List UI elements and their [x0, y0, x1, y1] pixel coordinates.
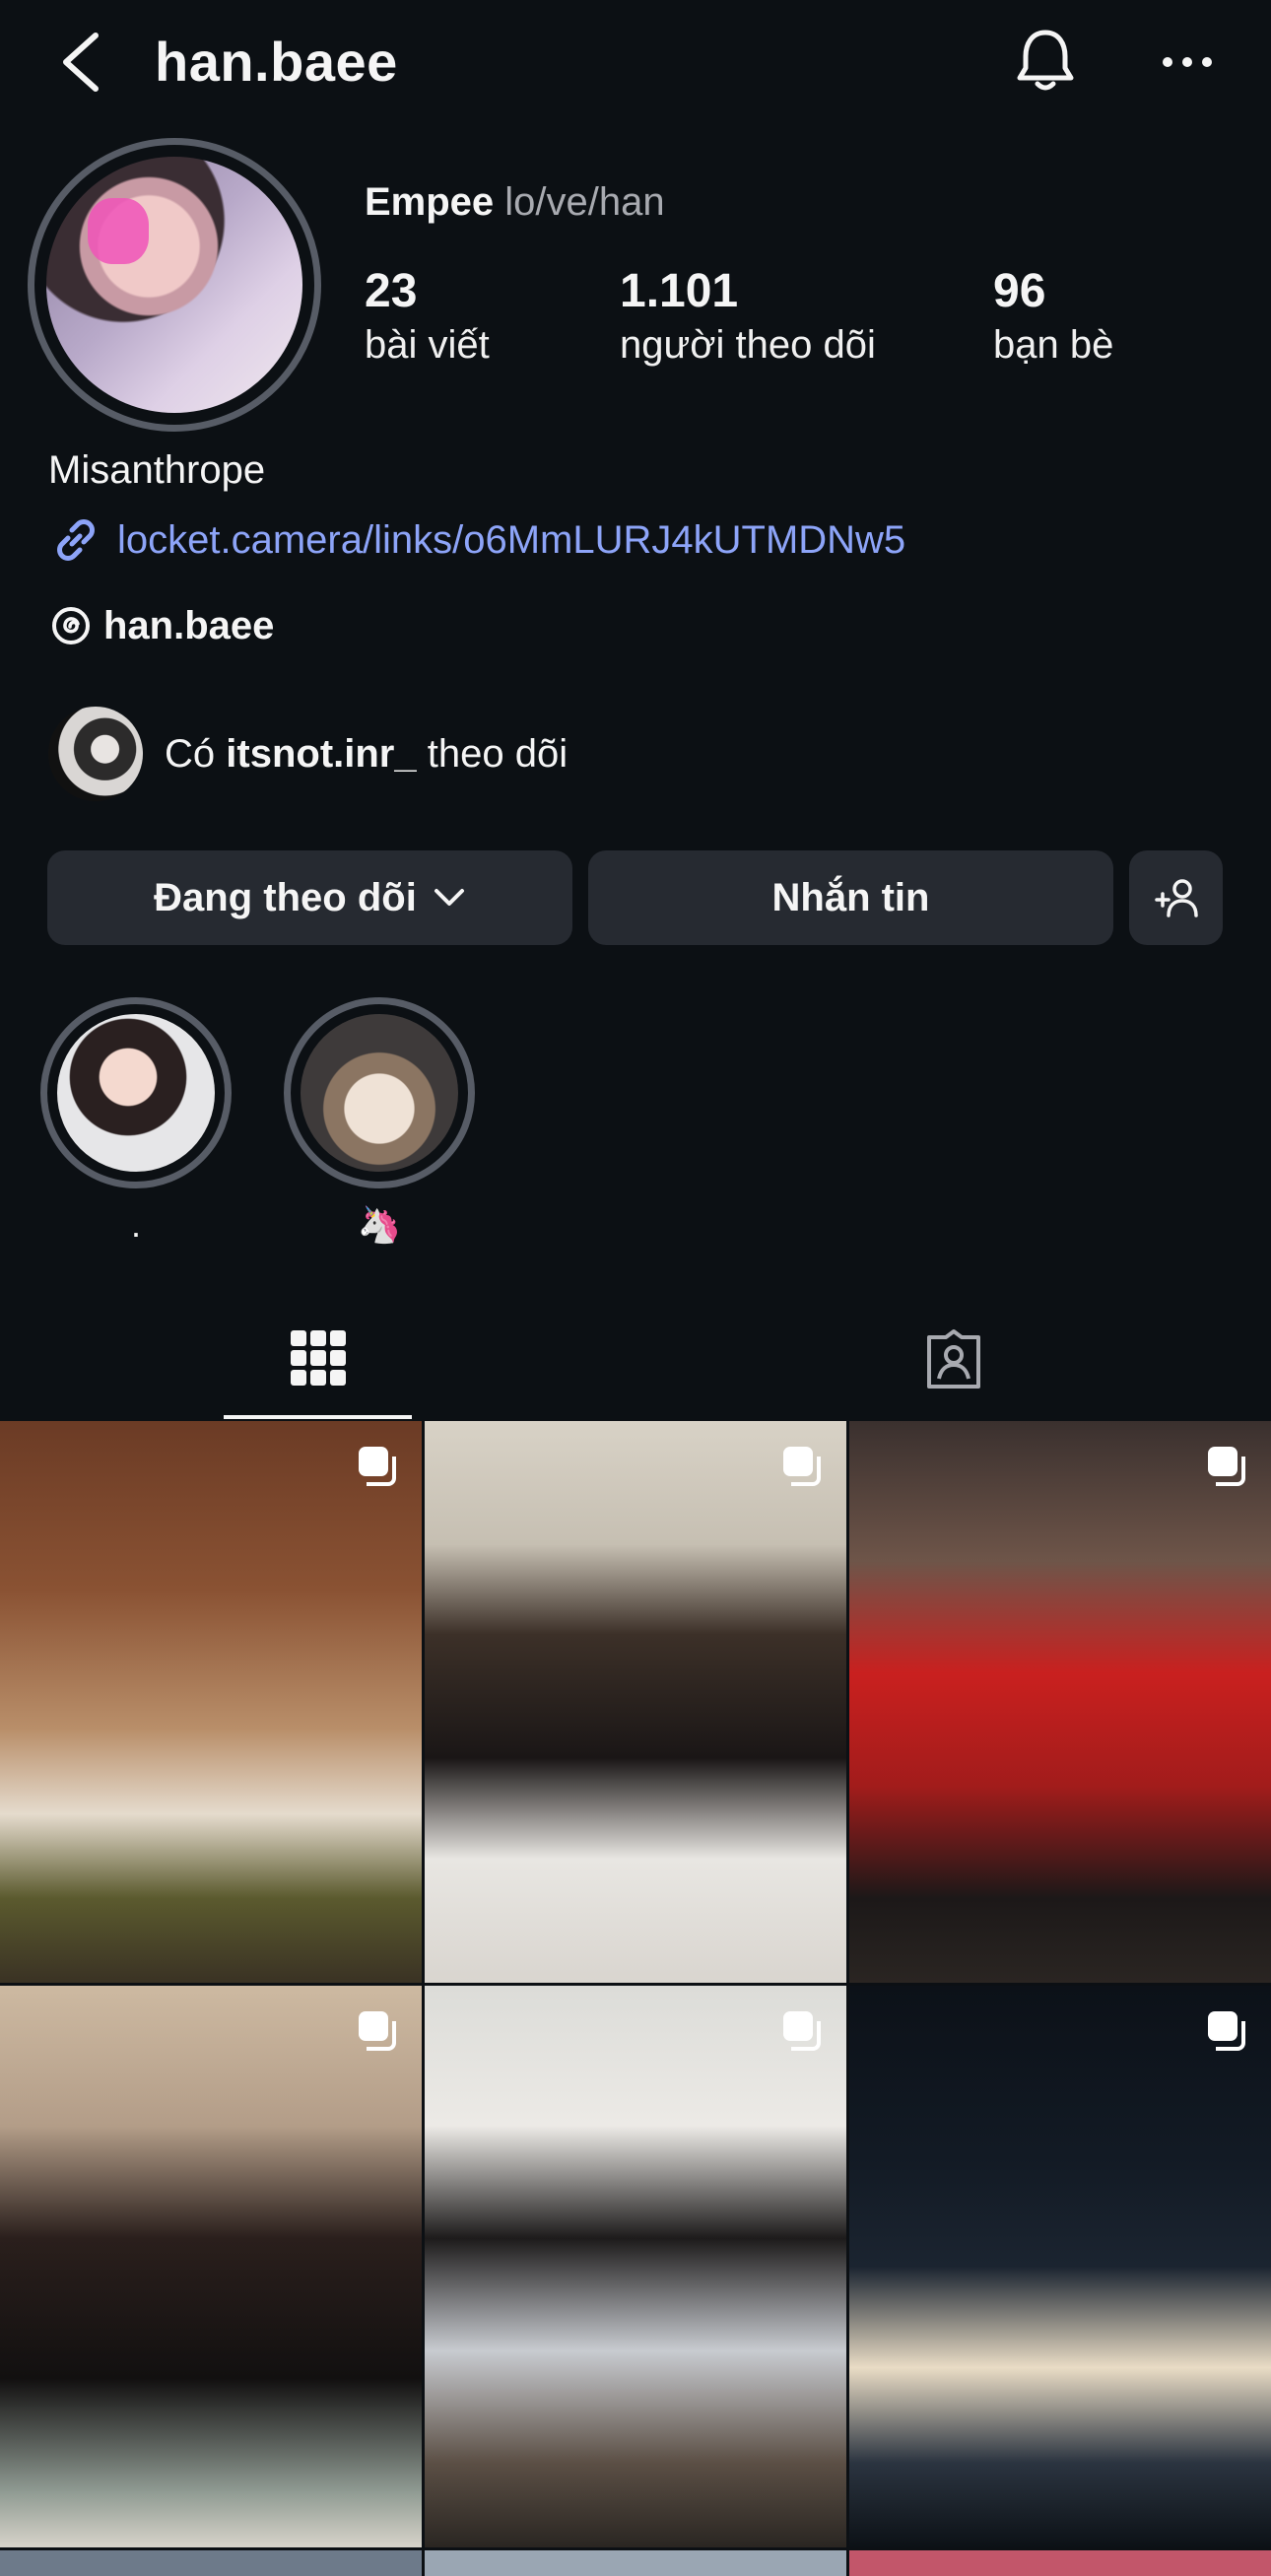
mutual-prefix: Có: [165, 731, 216, 776]
post-thumbnail[interactable]: [849, 1986, 1271, 2547]
mutual-avatar: [48, 707, 143, 801]
message-button[interactable]: Nhắn tin: [588, 850, 1113, 945]
profile-link-text: locket.camera/links/o6MmLURJ4kUTMDNw5: [117, 517, 906, 562]
bio-text: Misanthrope: [48, 448, 266, 492]
tagged-icon: [926, 1329, 980, 1389]
stat-followers-count: 1.101: [620, 265, 739, 317]
link-icon: [57, 519, 95, 561]
avatar: [46, 157, 302, 413]
highlight-cover: [301, 1014, 458, 1172]
stat-posts-count: 23: [365, 265, 418, 317]
carousel-icon: [783, 1447, 821, 1486]
pronouns: lo/ve/han: [504, 180, 665, 224]
profile-name: Empee lo/ve/han: [365, 180, 665, 225]
stat-friends[interactable]: 96 bạn bè: [993, 264, 1113, 371]
mutual-text: Có itsnot.inr_ theo dõi: [165, 732, 568, 777]
more-icon[interactable]: [1158, 37, 1217, 87]
highlight-caption: 🦄: [357, 1204, 402, 1245]
add-user-button[interactable]: [1129, 850, 1223, 945]
message-label: Nhắn tin: [771, 875, 930, 919]
highlight-ring: [40, 997, 232, 1188]
highlight-cover: [57, 1014, 215, 1172]
stat-friends-label: bạn bè: [993, 323, 1114, 367]
carousel-icon: [1208, 2011, 1245, 2051]
post-thumbnail[interactable]: [0, 2550, 422, 2576]
mutual-name: itsnot.inr_: [226, 731, 417, 776]
post-thumbnail[interactable]: [425, 1986, 846, 2547]
stat-posts-label: bài viết: [365, 323, 490, 367]
profile-avatar[interactable]: [28, 138, 321, 432]
grid-icon: [290, 1330, 346, 1386]
posts-grid: [0, 1421, 1271, 2576]
following-label: Đang theo dõi: [154, 875, 417, 919]
post-thumbnail[interactable]: [849, 2550, 1271, 2576]
post-thumbnail[interactable]: [425, 2550, 846, 2576]
mutual-followers[interactable]: Có itsnot.inr_ theo dõi: [48, 707, 568, 801]
threads-icon: [52, 607, 90, 644]
stat-followers[interactable]: 1.101 người theo dõi: [620, 264, 876, 371]
mutual-suffix: theo dõi: [427, 731, 569, 776]
bell-icon[interactable]: [1010, 25, 1081, 96]
carousel-icon: [359, 1447, 396, 1486]
tab-posts-grid[interactable]: [224, 1301, 412, 1419]
highlight-2[interactable]: 🦄: [284, 997, 475, 1250]
top-bar: han.baee: [0, 0, 1271, 128]
stat-friends-count: 96: [993, 265, 1046, 317]
page-title: han.baee: [155, 31, 398, 93]
carousel-icon: [359, 2011, 396, 2051]
display-name: Empee: [365, 180, 495, 224]
post-thumbnail[interactable]: [0, 1986, 422, 2547]
highlight-ring: [284, 997, 475, 1188]
post-thumbnail[interactable]: [0, 1421, 422, 1983]
profile-tabs: [0, 1301, 1271, 1419]
carousel-icon: [1208, 1447, 1245, 1486]
highlight-1[interactable]: .: [40, 997, 232, 1250]
post-thumbnail[interactable]: [849, 1421, 1271, 1983]
following-button[interactable]: Đang theo dõi: [47, 850, 572, 945]
threads-badge[interactable]: han.baee: [48, 603, 274, 648]
back-icon[interactable]: [54, 28, 113, 97]
profile-link[interactable]: locket.camera/links/o6MmLURJ4kUTMDNw5: [48, 512, 905, 568]
threads-handle: han.baee: [103, 603, 275, 647]
stat-followers-label: người theo dõi: [620, 323, 876, 367]
tab-tagged[interactable]: [859, 1301, 1047, 1419]
chevron-down-icon: [434, 889, 464, 906]
highlight-caption: .: [130, 1204, 141, 1245]
post-thumbnail[interactable]: [425, 1421, 846, 1983]
add-user-icon: [1154, 879, 1198, 917]
stat-posts[interactable]: 23 bài viết: [365, 264, 490, 371]
carousel-icon: [783, 2011, 821, 2051]
